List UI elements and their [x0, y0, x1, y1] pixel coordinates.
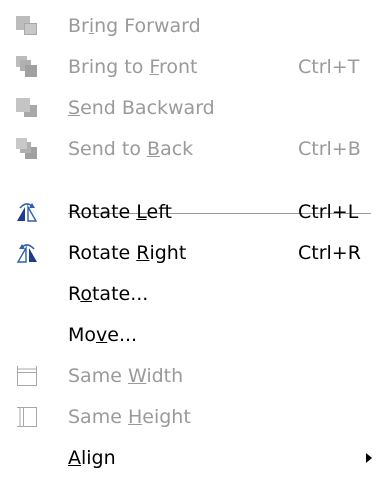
shortcut-label: Ctrl+T: [298, 56, 360, 78]
menu-item-bring-to-front: Bring to Front Ctrl+T: [0, 47, 377, 87]
menu-item-align[interactable]: Align: [0, 438, 377, 478]
menu-item-rotate-left[interactable]: Rotate Left Ctrl+L: [0, 192, 377, 232]
rotate-right-icon: [14, 240, 40, 266]
bring-forward-icon: [14, 13, 40, 39]
menu-item-send-to-back: Send to Back Ctrl+B: [0, 129, 377, 169]
context-menu: Bring Forward Bring to Front Ctrl+T Send…: [0, 0, 377, 481]
send-backward-icon: [14, 95, 40, 121]
menu-item-same-width: Same Width: [0, 356, 377, 396]
send-to-back-icon: [14, 136, 40, 162]
same-width-icon: [14, 363, 40, 389]
shortcut-label: Ctrl+L: [298, 201, 359, 223]
same-height-icon: [14, 404, 40, 430]
shortcut-label: Ctrl+R: [298, 242, 361, 264]
bring-to-front-icon: [14, 54, 40, 80]
menu-item-rotate[interactable]: Rotate...: [0, 274, 377, 314]
menu-item-same-height: Same Height: [0, 397, 377, 437]
menu-item-rotate-right[interactable]: Rotate Right Ctrl+R: [0, 233, 377, 273]
rotate-left-icon: [14, 199, 40, 225]
menu-item-send-backward: Send Backward: [0, 88, 377, 128]
menu-item-bring-forward: Bring Forward: [0, 6, 377, 46]
submenu-arrow-icon: [366, 453, 372, 463]
menu-item-move[interactable]: Move...: [0, 315, 377, 355]
shortcut-label: Ctrl+B: [298, 138, 361, 160]
